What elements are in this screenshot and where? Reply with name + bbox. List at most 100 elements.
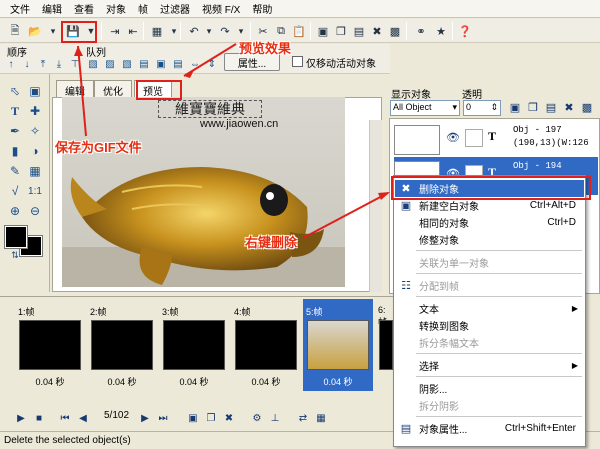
pan-tool-icon[interactable]: ✚: [26, 102, 44, 120]
move-down-icon[interactable]: ↓: [20, 57, 34, 71]
move-up-icon[interactable]: ↑: [4, 57, 18, 71]
dropper-icon[interactable]: √: [6, 182, 24, 200]
frame-paste-icon[interactable]: ▩: [386, 22, 404, 40]
wizard-icon[interactable]: ★: [432, 22, 450, 40]
brush-tool-icon[interactable]: ✒: [6, 122, 24, 140]
crop-tool-icon[interactable]: ▣: [26, 82, 44, 100]
last-frame-icon[interactable]: ⏭: [156, 411, 170, 425]
align-top-icon[interactable]: ▤: [137, 57, 151, 71]
delete-icon[interactable]: ✖: [368, 22, 386, 40]
frame-delay[interactable]: 0.04 秒: [87, 375, 157, 388]
open-folder-icon[interactable]: 📂: [26, 22, 44, 40]
align-left-icon[interactable]: ▧: [86, 57, 100, 71]
frame-label: 5:帧: [306, 307, 323, 317]
opacity-input[interactable]: 0 ⇕: [463, 100, 501, 116]
frame-thumb[interactable]: 6:帧0.04 秒: [375, 299, 393, 391]
eye-icon[interactable]: 👁: [446, 131, 460, 145]
context-menu-item[interactable]: 相同的对象 Ctrl+D: [395, 214, 584, 231]
image-edit-icon[interactable]: ▦: [148, 22, 166, 40]
eraser-tool-icon[interactable]: ▮: [6, 142, 24, 160]
object-new-icon[interactable]: ▣: [506, 98, 524, 116]
context-menu-item: 拆分阴影: [395, 397, 584, 414]
opacity-label: 透明: [462, 90, 482, 101]
frame-add-icon[interactable]: ▣: [186, 411, 200, 425]
open-dropdown-icon[interactable]: ▾: [44, 22, 62, 40]
zoom-out-icon[interactable]: ⊖: [26, 202, 44, 220]
frame-thumb[interactable]: 1:帧 0.04 秒: [15, 299, 85, 391]
align-middle-icon[interactable]: ▣: [154, 57, 168, 71]
frame-thumb[interactable]: 3:帧 0.04 秒: [159, 299, 229, 391]
menu-item[interactable]: 过滤器: [154, 1, 196, 16]
frame-thumb[interactable]: 2:帧 0.04 秒: [87, 299, 157, 391]
menu-item[interactable]: 对象: [100, 1, 132, 16]
frame-crop-icon[interactable]: ▦: [26, 162, 44, 180]
new-file-icon[interactable]: 🗎: [6, 22, 24, 40]
frame-props-icon[interactable]: ⚙: [250, 411, 264, 425]
distribute-h-icon[interactable]: ⇔: [188, 57, 202, 71]
align-right-icon[interactable]: ▧: [120, 57, 134, 71]
distribute-v-icon[interactable]: ⇕: [205, 57, 219, 71]
align-bottom-icon[interactable]: ▤: [171, 57, 185, 71]
menu-item[interactable]: 文件: [4, 1, 36, 16]
frame-delay[interactable]: 0.04 秒: [159, 375, 229, 388]
context-menu-item[interactable]: 文本 ▶: [395, 300, 584, 317]
object-delete-icon[interactable]: ✖: [560, 98, 578, 116]
stop-icon[interactable]: ■: [32, 411, 46, 425]
context-menu-item[interactable]: ▤ 对象属性... Ctrl+Shift+Enter: [395, 420, 584, 437]
actual-size-icon[interactable]: 1:1: [26, 182, 44, 200]
object-lock-box[interactable]: [465, 129, 483, 147]
import-icon[interactable]: ⇥: [106, 22, 124, 40]
prev-frame-icon[interactable]: ◀: [76, 411, 90, 425]
menu-item[interactable]: 帧: [132, 1, 154, 16]
object-merge-icon[interactable]: ▩: [578, 98, 596, 116]
menu-item[interactable]: 帮助: [246, 1, 278, 16]
frame-thumb-selected[interactable]: 5:帧 0.04 秒: [303, 299, 373, 391]
seal-text-object[interactable]: 維寶寶維典: [158, 100, 262, 118]
move-bottom-icon[interactable]: ⤓: [52, 57, 66, 71]
object-paste-icon[interactable]: ▤: [542, 98, 560, 116]
frame-delay[interactable]: 0.04 秒: [231, 375, 301, 388]
menu-item[interactable]: 编辑: [36, 1, 68, 16]
play-icon[interactable]: ▶: [14, 411, 28, 425]
tab-optimize[interactable]: 优化: [94, 80, 132, 98]
text-tool-icon[interactable]: T: [6, 102, 24, 120]
magic-wand-icon[interactable]: ✧: [26, 122, 44, 140]
display-objects-select[interactable]: All Object ▾: [390, 100, 460, 116]
frame-delete-icon[interactable]: ✖: [222, 411, 236, 425]
frame-copy-icon[interactable]: ❐: [332, 22, 350, 40]
frame-tween-icon[interactable]: ⊥: [268, 411, 282, 425]
context-menu-item[interactable]: 阴影...: [395, 380, 584, 397]
frame-delay[interactable]: 0.04 秒: [15, 375, 85, 388]
context-menu-item[interactable]: 选择 ▶: [395, 357, 584, 374]
frame-grid-icon[interactable]: ▦: [314, 411, 328, 425]
foreground-color-swatch[interactable]: [4, 225, 28, 249]
align-icon[interactable]: ⊤: [68, 57, 82, 71]
frame-add-icon[interactable]: ▣: [314, 22, 332, 40]
only-move-active-checkbox[interactable]: [292, 56, 303, 67]
zoom-in-icon[interactable]: ⊕: [6, 202, 24, 220]
menu-item[interactable]: 查看: [68, 1, 100, 16]
tab-edit[interactable]: 编辑: [56, 80, 94, 98]
browser-preview-icon[interactable]: ⚭: [412, 22, 430, 40]
object-row[interactable]: 👁 T Obj - 197 (190,13)(W:126: [394, 121, 598, 159]
export-icon[interactable]: ⇤: [124, 22, 142, 40]
menu-item[interactable]: 视频 F/X: [196, 1, 246, 16]
paste-icon[interactable]: 📋: [290, 22, 308, 40]
move-top-icon[interactable]: ⤒: [36, 57, 50, 71]
next-frame-icon[interactable]: ▶: [138, 411, 152, 425]
help-icon[interactable]: ❓: [456, 22, 474, 40]
frame-reverse-icon[interactable]: ⇄: [296, 411, 310, 425]
object-copy-icon[interactable]: ❐: [524, 98, 542, 116]
frame-duplicate-icon[interactable]: ❐: [204, 411, 218, 425]
first-frame-icon[interactable]: ⏮: [58, 411, 72, 425]
frame-delay[interactable]: 0.04 秒: [303, 375, 373, 388]
frame-move-icon[interactable]: ▤: [350, 22, 368, 40]
pointer-tool-icon[interactable]: ⬁: [6, 82, 24, 100]
eyedropper-tool-icon[interactable]: ✎: [6, 162, 24, 180]
fill-tool-icon[interactable]: ◑: [26, 142, 44, 160]
frame-thumb[interactable]: 4:帧 0.04 秒: [231, 299, 301, 391]
align-center-icon[interactable]: ▨: [103, 57, 117, 71]
context-menu-item[interactable]: 转换到图象: [395, 317, 584, 334]
context-menu-item[interactable]: 修整对象: [395, 231, 584, 248]
canvas-vertical-scrollbar[interactable]: [369, 120, 382, 292]
